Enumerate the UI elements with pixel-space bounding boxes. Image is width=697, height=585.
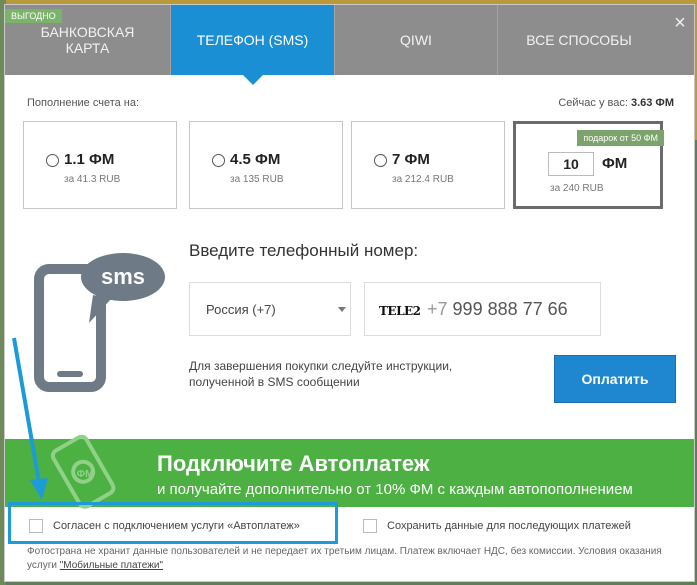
autopay-phone-icon: ФМ (50, 434, 116, 509)
radio-button[interactable] (374, 154, 387, 167)
tab-qiwi[interactable]: QIWI (335, 5, 498, 75)
phone-input[interactable]: TELE2 +7 999 888 77 66 (364, 282, 601, 336)
option-amount: 7 ФМ (392, 151, 430, 168)
phone-prompt: Введите телефонный номер: (189, 241, 419, 260)
balance-value: 3.63 ФМ (630, 97, 674, 109)
option-amount: 4.5 ФМ (230, 151, 281, 168)
pay-button[interactable]: Оплатить (554, 355, 676, 403)
tab-label: ТЕЛЕФОН (SMS) (196, 32, 309, 48)
tab-all-methods[interactable]: ВСЕ СПОСОБЫ (498, 5, 660, 75)
radio-button[interactable] (46, 154, 59, 167)
custom-amount-input[interactable] (548, 152, 594, 176)
tab-label: ВСЕ СПОСОБЫ (526, 32, 632, 48)
tab-bank-card[interactable]: ВЫГОДНО БАНКОВСКАЯ КАРТА (5, 5, 171, 75)
save-data-checkbox[interactable] (363, 519, 377, 533)
close-icon[interactable]: × (670, 13, 690, 33)
country-value: Россия (+7) (206, 302, 276, 317)
payment-modal: ВЫГОДНО БАНКОВСКАЯ КАРТА ТЕЛЕФОН (SMS) Q… (4, 4, 695, 582)
payment-tabs: ВЫГОДНО БАНКОВСКАЯ КАРТА ТЕЛЕФОН (SMS) Q… (5, 5, 694, 85)
balance-info: Сейчас у вас: 3.63 ФМ (558, 97, 674, 109)
agree-autopay-checkbox[interactable] (29, 519, 43, 533)
radio-button[interactable] (212, 154, 225, 167)
option-amount: 1.1 ФМ (64, 151, 115, 168)
amount-option-1[interactable]: 1.1 ФМ за 41.3 RUB (23, 121, 177, 209)
save-data-label: Сохранить данные для последующих платеже… (387, 520, 631, 532)
topup-label: Пополнение счета на: (27, 97, 140, 109)
phone-prefix: +7 (427, 299, 448, 319)
autopay-banner[interactable]: ФМ Подключите Автоплатеж и получайте доп… (5, 434, 694, 509)
custom-unit: ФМ (602, 155, 628, 172)
banner-subtitle: и получайте дополнительно от 10% ФМ с ка… (157, 481, 633, 498)
mobile-payments-link[interactable]: "Мобильные платежи" (60, 560, 163, 571)
chevron-down-icon (338, 307, 346, 312)
balance-label: Сейчас у вас: (558, 97, 628, 109)
option-price: за 135 RUB (230, 174, 284, 185)
option-price: за 41.3 RUB (64, 174, 121, 185)
amount-option-2[interactable]: 4.5 ФМ за 135 RUB (189, 121, 343, 209)
profitable-badge: ВЫГОДНО (5, 9, 62, 23)
amount-option-custom[interactable]: подарок от 50 ФМ ФМ за 240 RUB (513, 121, 664, 209)
sms-phone-icon: sms (34, 253, 165, 392)
tab-phone-sms[interactable]: ТЕЛЕФОН (SMS) (171, 5, 335, 85)
save-data-checkbox-row[interactable]: Сохранить данные для последующих платеже… (363, 519, 631, 533)
autopay-icon-unit: ФМ (77, 469, 94, 480)
phone-number: 999 888 77 66 (452, 299, 568, 319)
option-price: за 212.4 RUB (392, 174, 454, 185)
phone-value: +7 999 888 77 66 (427, 299, 568, 320)
country-select[interactable]: Россия (+7) (189, 282, 351, 336)
agree-autopay-label: Согласен с подключением услуги «Автоплат… (53, 520, 300, 532)
tab-label: QIWI (400, 32, 432, 48)
gift-badge: подарок от 50 ФМ (577, 130, 664, 146)
sms-instruction: Для завершения покупки следуйте инструкц… (189, 359, 453, 389)
tab-label: БАНКОВСКАЯ КАРТА (40, 24, 135, 56)
agree-autopay-checkbox-row[interactable]: Согласен с подключением услуги «Автоплат… (29, 519, 300, 533)
footer-note: Фотострана не хранит данные пользователе… (27, 545, 687, 573)
sms-bubble-text: sms (101, 264, 145, 289)
banner-title: Подключите Автоплатеж (157, 451, 430, 476)
amount-option-3[interactable]: 7 ФМ за 212.4 RUB (351, 121, 505, 209)
option-price: за 240 RUB (550, 183, 604, 194)
operator-logo: TELE2 (379, 304, 421, 318)
